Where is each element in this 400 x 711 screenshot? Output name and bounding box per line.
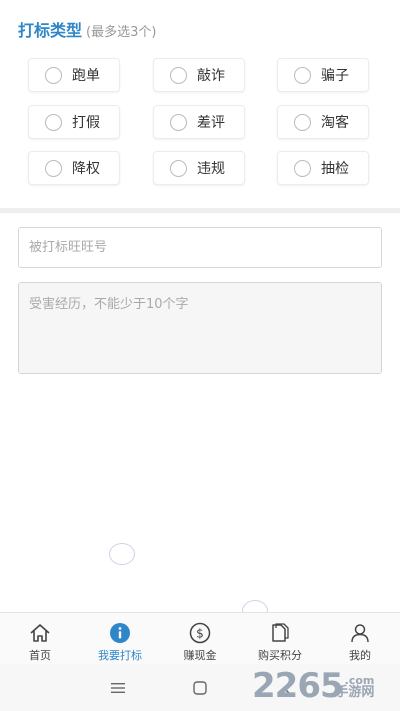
- option-taoke[interactable]: 淘客: [277, 105, 369, 139]
- option-label: 降权: [72, 161, 100, 177]
- svg-text:$: $: [196, 627, 204, 641]
- wangwang-id-input[interactable]: [18, 227, 382, 268]
- radio-circle-icon[interactable]: [294, 113, 311, 131]
- section-divider: [0, 208, 400, 213]
- menu-icon[interactable]: [107, 678, 129, 698]
- tab-label: 赚现金: [183, 649, 217, 662]
- site-watermark: 2265 .com 手游网: [252, 660, 374, 706]
- option-pianzi[interactable]: 骗子: [277, 58, 369, 92]
- radio-circle-icon[interactable]: [294, 66, 311, 84]
- radio-circle-icon[interactable]: [170, 113, 187, 131]
- option-chaping[interactable]: 差评: [153, 105, 245, 139]
- option-label: 敲诈: [197, 68, 225, 84]
- option-label: 骗子: [321, 68, 349, 84]
- watermark-number: 2265: [252, 666, 344, 706]
- section-header: 打标类型 (最多选3个): [18, 17, 156, 41]
- option-label: 跑单: [72, 68, 100, 84]
- touch-indicator: [109, 543, 135, 565]
- victim-experience-textarea[interactable]: [18, 282, 382, 374]
- tab-label: 我要打标: [98, 649, 142, 662]
- option-weigui[interactable]: 违规: [153, 151, 245, 185]
- option-label: 淘客: [321, 115, 349, 131]
- watermark-text: 手游网: [335, 685, 375, 700]
- option-dajia[interactable]: 打假: [28, 105, 120, 139]
- home-square-icon[interactable]: [189, 678, 211, 698]
- option-qiaozha[interactable]: 敲诈: [153, 58, 245, 92]
- dollar-icon: $: [188, 621, 212, 645]
- info-icon: [108, 621, 132, 645]
- radio-circle-icon[interactable]: [170, 159, 187, 177]
- tab-earn-cash[interactable]: $ 赚现金: [160, 613, 240, 664]
- document-icon: [268, 621, 292, 645]
- user-icon: [348, 621, 372, 645]
- home-icon: [28, 621, 52, 645]
- tab-tagging[interactable]: 我要打标: [80, 613, 160, 664]
- radio-circle-icon[interactable]: [170, 66, 187, 84]
- tab-mine[interactable]: 我的: [320, 613, 400, 664]
- option-label: 抽检: [321, 161, 349, 177]
- option-label: 差评: [197, 115, 225, 131]
- radio-circle-icon[interactable]: [45, 66, 62, 84]
- bottom-tab-bar: 首页 我要打标 $ 赚现金 购买积分 我的: [0, 612, 400, 664]
- radio-circle-icon[interactable]: [294, 159, 311, 177]
- option-label: 违规: [197, 161, 225, 177]
- radio-circle-icon[interactable]: [45, 159, 62, 177]
- option-choujian[interactable]: 抽检: [277, 151, 369, 185]
- section-title: 打标类型: [18, 21, 83, 40]
- option-jiangquan[interactable]: 降权: [28, 151, 120, 185]
- tab-label: 首页: [29, 649, 51, 662]
- option-paodan[interactable]: 跑单: [28, 58, 120, 92]
- section-hint: (最多选3个): [86, 25, 157, 40]
- tab-buy-points[interactable]: 购买积分: [240, 613, 320, 664]
- radio-circle-icon[interactable]: [45, 113, 62, 131]
- option-label: 打假: [72, 115, 100, 131]
- tab-home[interactable]: 首页: [0, 613, 80, 664]
